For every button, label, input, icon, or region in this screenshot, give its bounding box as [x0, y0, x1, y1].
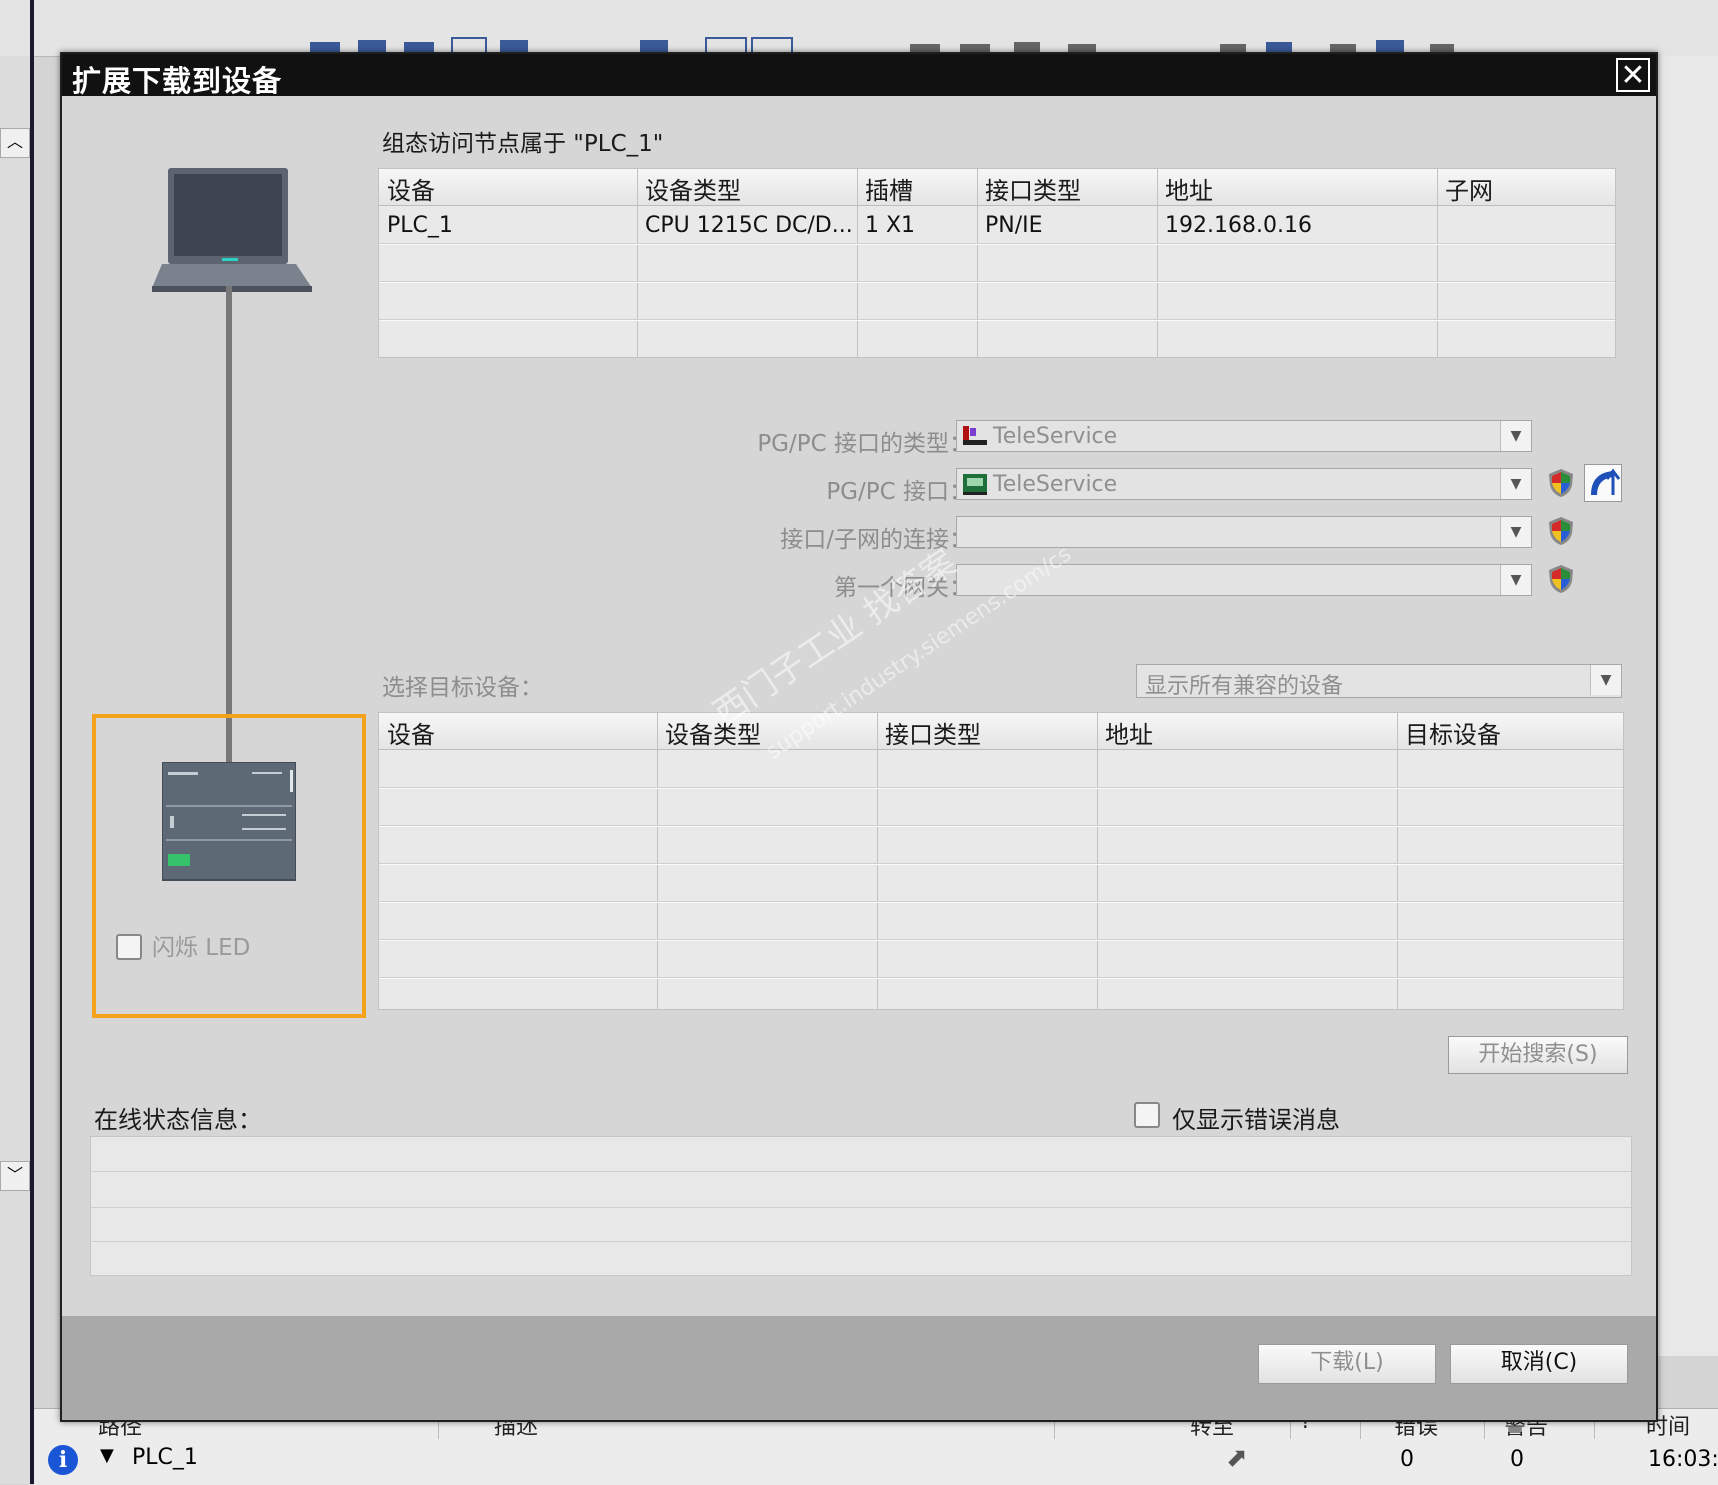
- toolbar-icons: [310, 37, 1454, 55]
- cell-interface-type[interactable]: PN/IE: [985, 213, 1043, 238]
- online-status-list: [90, 1136, 1632, 1276]
- select-target-label: 选择目标设备：: [382, 675, 543, 701]
- errors-only-label: 仅显示错误消息: [1172, 1106, 1340, 1134]
- security-shield-icon[interactable]: [1548, 516, 1574, 546]
- message-row-time: 16:03:: [1648, 1447, 1718, 1472]
- start-search-button[interactable]: 开始搜索(S): [1448, 1036, 1628, 1074]
- target-plc-panel: 闪烁 LED: [92, 714, 366, 1018]
- background-right-panel: [1654, 56, 1718, 1356]
- background-left-strip: ︿ ﹀: [0, 56, 34, 1484]
- pgpc-interface-select[interactable]: TeleService ▼: [956, 468, 1532, 500]
- col-device[interactable]: 设备: [387, 715, 435, 750]
- config-node-table: 设备 设备类型 插槽 接口类型 地址 子网 PLC_1 CPU 1215C DC…: [378, 168, 1616, 358]
- message-row-warnings: 0: [1510, 1447, 1524, 1472]
- chevron-down-icon[interactable]: ▼: [1500, 421, 1531, 451]
- chevron-down-icon[interactable]: ▼: [1500, 517, 1531, 547]
- col-device[interactable]: 设备: [387, 171, 435, 206]
- pgpc-interface-label: PG/PC 接口：: [826, 479, 972, 505]
- info-icon: i: [48, 1445, 78, 1475]
- cell-address[interactable]: 192.168.0.16: [1165, 213, 1312, 238]
- laptop-icon: [152, 164, 316, 298]
- col-interface-type[interactable]: 接口类型: [985, 171, 1081, 206]
- dialog-title: 扩展下载到设备: [72, 64, 283, 98]
- col-address[interactable]: 地址: [1165, 171, 1213, 206]
- pgpc-interface-value: TeleService: [993, 472, 1118, 497]
- flash-led-label: 闪烁 LED: [152, 935, 251, 961]
- connect-modem-icon[interactable]: [1584, 464, 1622, 502]
- chevron-down-icon[interactable]: ▼: [1500, 469, 1531, 499]
- cell-device[interactable]: PLC_1: [387, 213, 453, 238]
- target-filter-select[interactable]: 显示所有兼容的设备 ▼: [1136, 664, 1622, 699]
- col-subnet[interactable]: 子网: [1445, 171, 1493, 206]
- scroll-up-icon[interactable]: ︿: [0, 128, 30, 158]
- col-target-device[interactable]: 目标设备: [1405, 715, 1501, 750]
- chevron-down-icon[interactable]: ▼: [1500, 565, 1531, 595]
- background-toolbar: [0, 0, 1718, 57]
- online-status-label: 在线状态信息：: [94, 1106, 262, 1134]
- teleservice-icon: [961, 424, 989, 452]
- cancel-button[interactable]: 取消(C): [1450, 1344, 1628, 1384]
- col-address[interactable]: 地址: [1105, 715, 1153, 750]
- expand-arrow-icon[interactable]: ▼: [100, 1445, 114, 1466]
- security-shield-icon[interactable]: [1548, 564, 1574, 594]
- target-filter-value: 显示所有兼容的设备: [1145, 674, 1344, 699]
- network-card-icon: [961, 472, 989, 500]
- cell-device-type[interactable]: CPU 1215C DC/D...: [645, 213, 853, 238]
- cell-slot[interactable]: 1 X1: [865, 213, 915, 238]
- chevron-down-icon[interactable]: ▼: [1590, 665, 1621, 695]
- errors-only-checkbox[interactable]: [1134, 1102, 1160, 1128]
- col-interface-type[interactable]: 接口类型: [885, 715, 981, 750]
- message-row-name[interactable]: PLC_1: [132, 1445, 198, 1470]
- pgpc-type-value: TeleService: [993, 424, 1118, 449]
- download-button[interactable]: 下载(L): [1258, 1344, 1436, 1384]
- dialog-titlebar[interactable]: 扩展下载到设备 ✕: [62, 54, 1656, 98]
- dialog-footer: 下载(L) 取消(C): [62, 1316, 1656, 1420]
- flash-led-checkbox[interactable]: [116, 934, 142, 960]
- pgpc-type-label: PG/PC 接口的类型：: [757, 431, 972, 457]
- scroll-down-icon[interactable]: ﹀: [0, 1161, 30, 1191]
- col-device-type[interactable]: 设备类型: [645, 171, 741, 206]
- security-shield-icon[interactable]: [1548, 468, 1574, 498]
- config-heading: 组态访问节点属于 "PLC_1": [382, 131, 664, 157]
- background-divider: [30, 0, 34, 1484]
- pgpc-type-select[interactable]: TeleService ▼: [956, 420, 1532, 452]
- plc-device-icon[interactable]: [161, 761, 297, 886]
- target-device-table: 设备 设备类型 接口类型 地址 目标设备: [378, 712, 1624, 1010]
- subnet-connection-select[interactable]: ▼: [956, 516, 1532, 548]
- col-slot[interactable]: 插槽: [865, 171, 913, 206]
- extended-download-dialog: 扩展下载到设备 ✕ 闪烁 LED 组态访问节点属于 "PLC_1" 设备 设备类…: [60, 52, 1658, 1422]
- goto-arrow-icon[interactable]: ⬈: [1226, 1443, 1248, 1473]
- close-button[interactable]: ✕: [1616, 58, 1650, 92]
- message-row-errors: 0: [1400, 1447, 1414, 1472]
